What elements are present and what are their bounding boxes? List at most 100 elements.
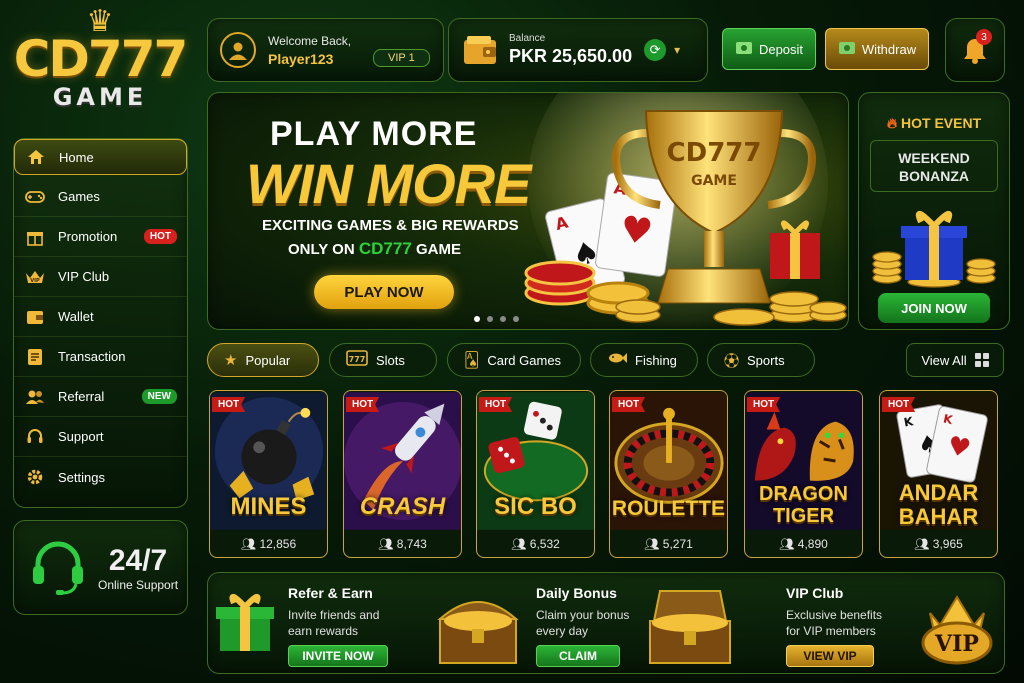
sidebar-item-home[interactable]: Home <box>14 139 187 175</box>
support-hours: 24/7 <box>108 543 168 577</box>
balance-label: Balance <box>509 33 546 44</box>
vip-club-promo[interactable]: VIP Club Exclusive benefits for VIP membe… <box>778 573 1006 675</box>
support-label: Online Support <box>98 577 179 592</box>
join-now-button[interactable]: JOIN NOW <box>878 293 990 323</box>
tab-card-games[interactable]: 🂡 Card Games <box>447 343 581 377</box>
sidebar-item-label: Home <box>59 149 94 165</box>
fish-icon <box>607 351 627 369</box>
hot-badge: HOT <box>212 397 246 412</box>
users-icon: 👥︎ <box>378 537 394 551</box>
sidebar-item-label: Referral <box>58 389 105 404</box>
sidebar-item-label: Games <box>58 189 100 204</box>
hero-tagline-2: ONLY ON CD777 GAME <box>288 239 461 258</box>
promotions-strip: Refer & Earn Invite friends and earn rewa… <box>207 572 1005 674</box>
game-title: ROULETTE <box>611 497 726 520</box>
game-card-roulette[interactable]: HOT ROULETTE 👥︎ 5,271 <box>609 390 728 558</box>
carousel-dot[interactable] <box>513 316 519 322</box>
sidebar-item-transaction[interactable]: Transaction <box>14 337 187 377</box>
gift-icon <box>216 594 274 651</box>
withdraw-button[interactable]: Withdraw <box>825 28 929 70</box>
cards-icon: 🂡 <box>464 352 480 369</box>
tab-sports[interactable]: ⚽︎ Sports <box>707 343 815 377</box>
player-count: 👥︎ 12,856 <box>240 537 297 551</box>
users-icon: 👥︎ <box>240 537 257 551</box>
game-card-sic-bo[interactable]: HOT SIC BO 👥︎ 6,532 <box>476 390 595 558</box>
game-card-andar-bahar[interactable]: K ♠ K ♥ HOT ANDAR BAHAR 👥︎ 3,965 <box>879 390 998 558</box>
svg-text:♥: ♥ <box>618 209 656 254</box>
trophy-brand-text: CD777 <box>667 138 762 168</box>
game-title: MINES <box>230 493 307 520</box>
sidebar-item-vip-club[interactable]: VIP VIP Club <box>14 257 187 297</box>
brand-logo[interactable]: ♛ CD777 GAME <box>10 7 190 132</box>
deposit-button[interactable]: Deposit <box>722 28 816 70</box>
game-card-mines[interactable]: HOT MINES 👥︎ 12,856 <box>209 390 328 558</box>
sidebar-item-referral[interactable]: Referral NEW <box>14 377 187 417</box>
promo-title: Daily Bonus <box>536 585 617 601</box>
view-vip-button[interactable]: VIEW VIP <box>786 645 874 667</box>
sidebar-item-games[interactable]: Games <box>14 177 187 217</box>
balance-card: Balance PKR 25,650.00 ⟳ ▾ <box>448 18 708 82</box>
sidebar-item-promotion[interactable]: Promotion HOT <box>14 217 187 257</box>
treasure-chest-illustration <box>649 590 731 664</box>
sidebar-item-support[interactable]: Support <box>14 417 187 457</box>
tab-popular[interactable]: ★ Popular <box>207 343 319 377</box>
game-card-dragon-tiger[interactable]: HOT DRAGON TIGER 👥︎ 4,890 <box>744 390 863 558</box>
user-profile-card[interactable]: Welcome Back, Player123 VIP 1 <box>207 18 444 82</box>
claim-button[interactable]: CLAIM <box>536 645 620 667</box>
users-icon: 👥︎ <box>914 537 930 551</box>
wallet-icon <box>24 306 46 328</box>
slot-machine-icon: 777 <box>346 350 368 370</box>
player-count: 👥︎ 4,890 <box>779 537 828 551</box>
tab-slots[interactable]: 777 Slots <box>329 343 437 377</box>
sidebar-item-label: Settings <box>58 469 105 485</box>
promo-title: VIP Club <box>786 585 844 601</box>
vip-crown-emblem: VIP <box>921 595 993 665</box>
invite-now-button[interactable]: INVITE NOW <box>288 645 388 667</box>
player-count: 👥︎ 3,965 <box>914 537 963 551</box>
carousel-dot[interactable] <box>500 316 506 322</box>
game-title: SIC BO <box>494 493 577 520</box>
brand-name: CD777 <box>13 30 189 88</box>
fire-icon: 🔥︎ <box>886 115 898 131</box>
sidebar-item-label: Transaction <box>58 349 126 364</box>
treasure-chest-illustration <box>437 601 519 664</box>
chevron-down-icon[interactable]: ▾ <box>674 43 680 57</box>
new-badge: NEW <box>141 389 177 404</box>
sidebar-item-settings[interactable]: Settings <box>14 457 187 497</box>
carousel-dot[interactable] <box>487 316 493 322</box>
svg-text:777: 777 <box>349 355 366 364</box>
promo-description: Claim your bonus every day <box>536 608 630 638</box>
hero-banner[interactable]: A ♠ A ♥ CD777 GAME PLAY MORE WIN MORE EX… <box>207 92 849 330</box>
play-now-button[interactable]: PLAY NOW <box>314 275 454 309</box>
wallet-icon <box>464 36 496 64</box>
event-name: WEEKEND BONANZA <box>870 140 998 192</box>
tab-fishing[interactable]: Fishing <box>590 343 698 377</box>
hot-event-card[interactable]: 🔥︎ HOT EVENT WEEKEND BONANZA JOIN NOW <box>858 92 1010 330</box>
notification-count: 3 <box>976 29 992 45</box>
player-count: 👥︎ 6,532 <box>511 537 560 551</box>
carousel-dot[interactable] <box>474 316 480 322</box>
sidebar-item-label: Promotion <box>58 229 118 244</box>
player-count: 👥︎ 5,271 <box>644 537 693 551</box>
view-all-button[interactable]: View All <box>906 343 1004 377</box>
game-card-crash[interactable]: HOT CRASH 👥︎ 8,743 <box>343 390 462 558</box>
star-icon: ★ <box>224 352 238 369</box>
home-icon <box>25 146 47 168</box>
notifications-button[interactable]: 3 <box>945 18 1005 82</box>
soccer-ball-icon: ⚽︎ <box>724 352 740 370</box>
promo-title: Refer & Earn <box>288 585 373 601</box>
balance-value: PKR 25,650.00 <box>509 46 633 66</box>
trophy-sub-text: GAME <box>691 173 737 189</box>
sidebar-item-wallet[interactable]: Wallet <box>14 297 187 337</box>
promo-description: Invite friends and earn rewards <box>288 608 380 638</box>
game-title: ANDAR BAHAR <box>898 480 979 529</box>
carousel-dots[interactable] <box>474 316 519 322</box>
gift-icon <box>24 226 46 248</box>
refresh-icon[interactable]: ⟳ <box>644 39 667 61</box>
online-support-card[interactable]: 24/7 Online Support <box>13 520 188 615</box>
headset-icon <box>33 541 83 595</box>
users-icon: 👥︎ <box>644 537 660 551</box>
deposit-label: Deposit <box>758 41 804 57</box>
users-icon: 👥︎ <box>779 537 795 551</box>
vip-level-badge[interactable]: VIP 1 <box>373 49 430 67</box>
